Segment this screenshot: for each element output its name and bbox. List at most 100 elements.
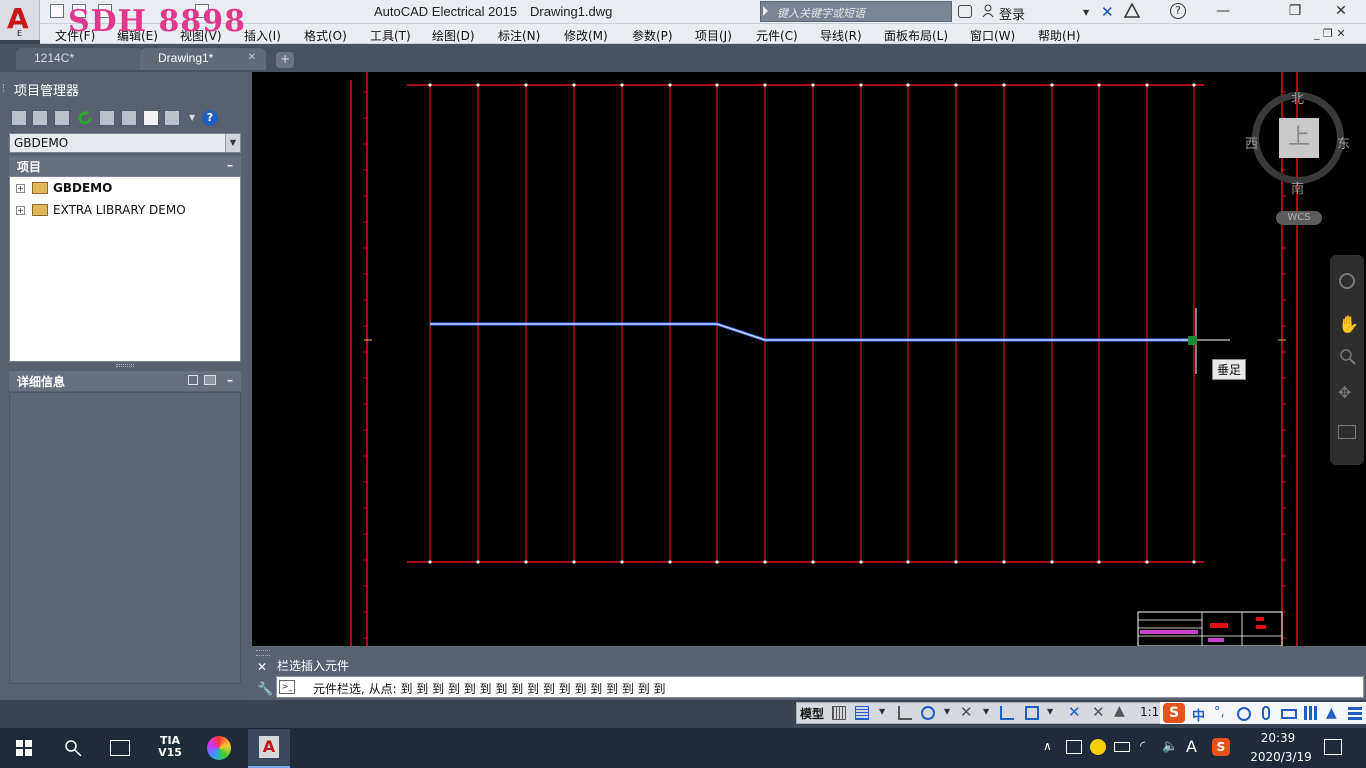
toolbox-icon[interactable] xyxy=(1304,706,1318,720)
isodraft-icon[interactable]: ✕ xyxy=(960,703,973,721)
new-file-icon[interactable] xyxy=(50,4,64,18)
clock-time[interactable]: 20:39 xyxy=(1258,731,1298,745)
exchange-icon[interactable]: ✕ xyxy=(1101,3,1114,21)
viewcube-west[interactable]: 西 xyxy=(1245,133,1258,152)
publish-icon[interactable] xyxy=(164,110,180,126)
isodraft-dropdown-icon[interactable]: ▼ xyxy=(983,707,989,716)
clock-date[interactable]: 2020/3/19 xyxy=(1246,750,1316,764)
drawing-canvas[interactable]: 垂足 上 北 南 东 西 WCS ✋ ✥ xyxy=(252,72,1366,646)
menu-parametric[interactable]: 参数(P) xyxy=(632,27,673,44)
search-expand-icon[interactable] xyxy=(763,6,768,16)
showmotion-icon[interactable] xyxy=(1338,425,1356,439)
volume-icon[interactable]: 🔈 xyxy=(1162,739,1178,754)
ortho-icon[interactable] xyxy=(898,706,912,720)
ime-menu-icon[interactable] xyxy=(1348,706,1362,720)
help-icon[interactable]: ? xyxy=(1170,3,1186,19)
zoom-extents-icon[interactable] xyxy=(1338,347,1356,365)
menu-format[interactable]: 格式(O) xyxy=(304,27,347,44)
auto-scale-icon[interactable]: ✕ xyxy=(1092,703,1105,721)
menu-dimension[interactable]: 标注(N) xyxy=(498,27,540,44)
keyboard-icon[interactable] xyxy=(1281,709,1297,719)
show-hidden-icons[interactable]: ∧ xyxy=(1043,739,1052,753)
help-icon[interactable]: ? xyxy=(202,110,218,126)
menu-panel-layout[interactable]: 面板布局(L) xyxy=(884,27,948,44)
expand-icon[interactable]: + xyxy=(16,206,25,215)
command-input[interactable]: 元件栏选, 从点: 到 到 到 到 到 到 到 到 到 到 到 到 到 到 到 … xyxy=(276,676,1364,698)
title-block-icon[interactable] xyxy=(143,110,159,126)
open-project-icon[interactable] xyxy=(11,110,27,126)
viewcube-south[interactable]: 南 xyxy=(1291,178,1304,197)
binoculars-icon[interactable] xyxy=(958,5,972,18)
model-space-button[interactable]: 模型 xyxy=(800,705,824,722)
punctuation-icon[interactable]: °, xyxy=(1214,705,1225,720)
menu-window[interactable]: 窗口(W) xyxy=(970,27,1015,44)
annotation-scale-icon[interactable]: ▲ xyxy=(1114,703,1125,719)
new-drawing-icon[interactable] xyxy=(54,110,70,126)
chevron-down-icon[interactable]: ▼ xyxy=(225,134,240,152)
object-snap-dropdown-icon[interactable]: ▼ xyxy=(1047,707,1053,716)
tray-app-icon[interactable] xyxy=(1066,740,1082,754)
panel-grip[interactable] xyxy=(3,84,6,92)
menu-help[interactable]: 帮助(H) xyxy=(1038,27,1080,44)
restore-button[interactable]: ❐ xyxy=(1272,0,1318,24)
viewcube-north[interactable]: 北 xyxy=(1291,88,1304,107)
steering-wheel-icon[interactable] xyxy=(1339,273,1355,289)
polar-dropdown-icon[interactable]: ▼ xyxy=(944,707,950,716)
preview-view-icon[interactable] xyxy=(204,375,216,385)
refresh-icon[interactable] xyxy=(76,109,94,127)
windows-start-icon[interactable] xyxy=(16,740,32,756)
a360-icon[interactable] xyxy=(1123,2,1141,19)
login-dropdown-icon[interactable]: ▼ xyxy=(1083,8,1089,17)
tab-drawing1[interactable]: Drawing1* ✕ xyxy=(140,48,266,70)
expand-icon[interactable]: + xyxy=(16,184,25,193)
project-properties-icon[interactable] xyxy=(99,110,115,126)
snap-dropdown-icon[interactable]: ▼ xyxy=(879,707,885,716)
menu-tools[interactable]: 工具(T) xyxy=(370,27,411,44)
viewcube-top-face[interactable]: 上 xyxy=(1279,118,1319,158)
orbit-icon[interactable]: ✥ xyxy=(1338,383,1351,402)
wcs-menu[interactable]: WCS xyxy=(1276,211,1322,225)
grid-icon[interactable] xyxy=(832,706,846,720)
snap-icon[interactable] xyxy=(855,706,869,720)
command-grip[interactable] xyxy=(256,650,270,656)
object-snap-icon[interactable] xyxy=(1025,706,1039,720)
battery-icon[interactable] xyxy=(1114,742,1130,752)
tree-item-gbdemo[interactable]: + GBDEMO xyxy=(10,178,240,198)
details-view-icon[interactable] xyxy=(188,375,198,385)
menu-draw[interactable]: 绘图(D) xyxy=(432,27,475,44)
menu-project[interactable]: 项目(J) xyxy=(695,27,732,44)
polar-icon[interactable] xyxy=(921,706,935,720)
menu-modify[interactable]: 修改(M) xyxy=(564,27,608,44)
viewcube-east[interactable]: 东 xyxy=(1337,133,1350,152)
customize-wrench-icon[interactable]: 🔧 xyxy=(257,682,273,697)
tools-dropdown-icon[interactable]: ▼ xyxy=(189,113,195,122)
collapse-icon[interactable]: – xyxy=(227,158,233,172)
ime-chinese-mode[interactable]: 中 xyxy=(1192,705,1205,724)
notification-icon[interactable] xyxy=(1324,739,1342,755)
pan-icon[interactable]: ✋ xyxy=(1338,315,1359,335)
project-select[interactable]: GBDEMO xyxy=(9,133,241,153)
new-tab-button[interactable]: + xyxy=(276,52,294,68)
tab-1214c[interactable]: 1214C* xyxy=(16,48,144,70)
autocad-taskbar-button[interactable]: A xyxy=(248,729,290,768)
close-button[interactable]: ✕ xyxy=(1318,0,1364,24)
color-app-icon[interactable] xyxy=(207,736,231,760)
emoji-icon[interactable] xyxy=(1237,707,1251,721)
task-view-icon[interactable] xyxy=(110,740,130,756)
tab-close-icon[interactable]: ✕ xyxy=(248,52,256,63)
close-icon[interactable]: ✕ xyxy=(257,660,267,674)
application-menu-button[interactable]: A E xyxy=(0,0,40,40)
collapse-icon[interactable]: – xyxy=(227,373,233,387)
wifi-icon[interactable]: ◜ xyxy=(1140,739,1145,754)
sogou-ime-icon[interactable]: S xyxy=(1163,703,1185,723)
tree-item-extra-library-demo[interactable]: + EXTRA LIBRARY DEMO xyxy=(10,200,240,220)
annotation-scale-value[interactable]: 1:1 xyxy=(1140,705,1159,719)
splitter-grip[interactable] xyxy=(116,364,134,367)
minimize-button[interactable]: — xyxy=(1200,0,1246,24)
skin-icon[interactable]: ▲ xyxy=(1326,705,1337,721)
menu-components[interactable]: 元件(C) xyxy=(756,27,798,44)
object-snap-tracking-icon[interactable] xyxy=(1000,706,1014,720)
input-indicator-icon[interactable]: A xyxy=(1186,737,1197,756)
microphone-icon[interactable] xyxy=(1262,706,1270,720)
command-prompt-icon[interactable]: >_ xyxy=(279,680,295,694)
